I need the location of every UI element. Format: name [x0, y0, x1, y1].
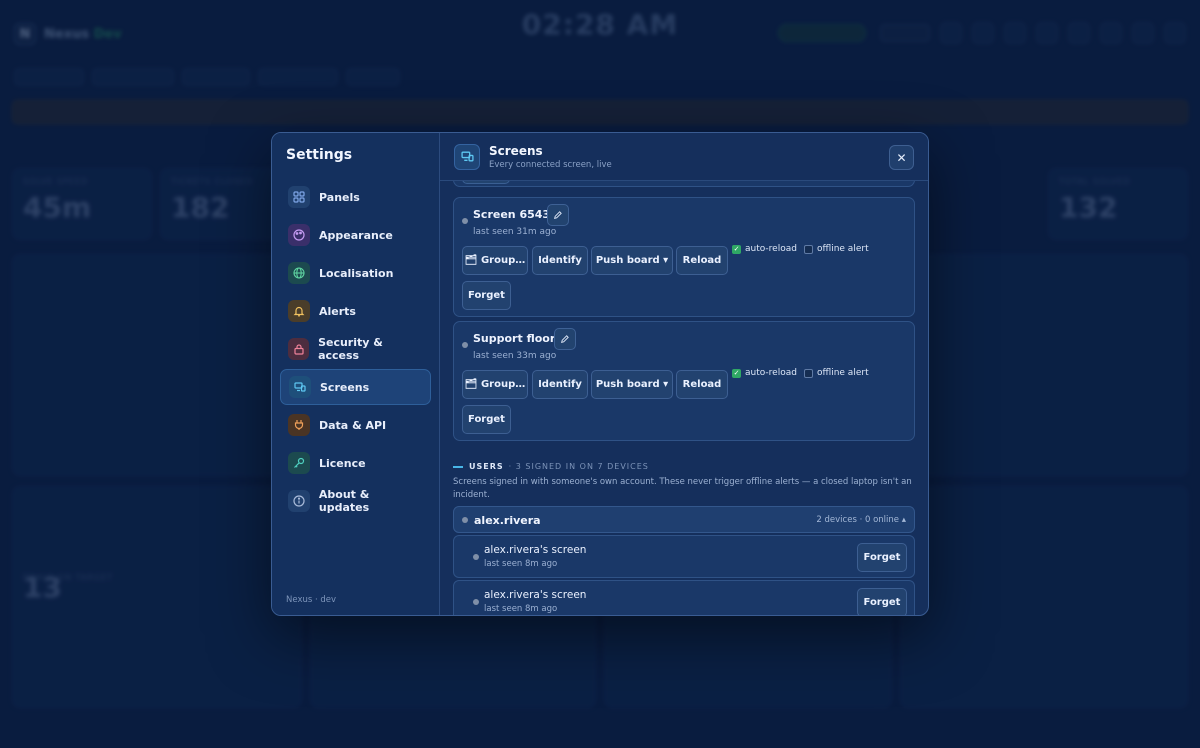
users-description: Screens signed in with someone's own acc…	[453, 477, 912, 500]
settings-footer: Nexus · dev	[286, 595, 337, 605]
identify-button[interactable]: Identify	[532, 246, 588, 275]
last-seen: last seen 8m ago	[484, 604, 558, 614]
forget-button[interactable]: Forget	[462, 405, 511, 434]
panel-scroll-area[interactable]: Screen 6543 last seen 31m ago 🗂 Group… I…	[440, 181, 928, 615]
settings-modal: Settings Panels Appearance Localisation …	[271, 132, 929, 616]
device-row: alex.rivera's screen last seen 8m ago Fo…	[453, 535, 915, 578]
settings-sidebar: Settings Panels Appearance Localisation …	[272, 133, 440, 615]
group-button[interactable]: 🗂 Group…	[462, 246, 528, 275]
last-seen: last seen 31m ago	[473, 227, 557, 237]
plug-icon	[288, 414, 310, 436]
checkbox-unchecked[interactable]	[804, 244, 813, 254]
nav-item-licence[interactable]: Licence	[280, 445, 431, 481]
screen-card-partial	[453, 181, 915, 187]
offline-alert-checkbox[interactable]: offline alert	[804, 244, 869, 254]
rename-button[interactable]	[547, 204, 569, 226]
nav-item-screens[interactable]: Screens	[280, 369, 431, 405]
nav-item-security[interactable]: Security & access	[280, 331, 431, 367]
push-board-button[interactable]: Push board ▾	[591, 370, 673, 399]
info-icon	[288, 490, 310, 512]
key-icon	[288, 452, 310, 474]
screen-card: Screen 6543 last seen 31m ago 🗂 Group… I…	[453, 197, 915, 317]
nav-label: Appearance	[319, 228, 393, 242]
status-dot	[462, 218, 468, 224]
identify-button[interactable]: Identify	[532, 370, 588, 399]
nav-label: Licence	[319, 456, 366, 470]
nav-label: Panels	[319, 190, 360, 204]
screens-panel: Screens Every connected screen, live ✕ S…	[440, 133, 928, 615]
reload-button[interactable]: Reload	[676, 246, 728, 275]
rename-button[interactable]	[554, 328, 576, 350]
nav-label: Alerts	[319, 304, 356, 318]
settings-title: Settings	[286, 147, 353, 163]
bell-icon	[288, 300, 310, 322]
panel-subtitle: Every connected screen, live	[489, 159, 612, 170]
auto-reload-checkbox[interactable]: ✓ auto-reload	[732, 368, 797, 378]
pencil-icon	[554, 211, 562, 219]
nav-item-data-api[interactable]: Data & API	[280, 407, 431, 443]
user-device-count[interactable]: 2 devices · 0 online ▴	[816, 515, 906, 525]
nav-label: Security & access	[318, 336, 383, 362]
status-dot	[462, 342, 468, 348]
auto-reload-checkbox[interactable]: ✓ auto-reload	[732, 244, 797, 254]
nav-label: Localisation	[319, 266, 394, 280]
panel-title: Screens	[489, 143, 543, 158]
checkbox-checked[interactable]: ✓	[732, 368, 741, 378]
group-button[interactable]: 🗂 Group…	[462, 370, 528, 399]
users-section-heading: USERS · 3 SIGNED IN ON 7 DEVICES	[453, 462, 649, 471]
palette-icon	[288, 224, 310, 246]
screens-icon	[454, 143, 480, 170]
section-accent	[453, 465, 463, 468]
panel-header: Screens Every connected screen, live ✕	[440, 133, 928, 181]
forget-button[interactable]: Forget	[857, 588, 907, 615]
nav-label: About & updates	[318, 488, 370, 514]
screen-card: Support floor last seen 33m ago 🗂 Group……	[453, 321, 915, 441]
screen-name: Support floor	[473, 332, 556, 345]
nav-item-about[interactable]: About & updates	[280, 483, 431, 519]
reload-button[interactable]: Reload	[676, 370, 728, 399]
globe-icon	[288, 262, 310, 284]
close-button[interactable]: ✕	[889, 145, 914, 170]
nav-item-alerts[interactable]: Alerts	[280, 293, 431, 329]
nav-item-appearance[interactable]: Appearance	[280, 217, 431, 253]
user-name: alex.rivera	[474, 514, 541, 527]
lock-icon	[288, 338, 310, 360]
forget-button[interactable]	[462, 181, 510, 184]
checkbox-unchecked[interactable]	[804, 368, 813, 378]
nav-label: Data & API	[319, 418, 387, 432]
nav-item-localisation[interactable]: Localisation	[280, 255, 431, 291]
screen-name: Screen 6543	[473, 208, 551, 221]
offline-alert-checkbox[interactable]: offline alert	[804, 368, 869, 378]
last-seen: last seen 33m ago	[473, 351, 557, 361]
user-row[interactable]: alex.rivera 2 devices · 0 online ▴	[453, 506, 915, 533]
pencil-icon	[561, 335, 569, 343]
status-dot	[473, 599, 479, 605]
status-dot	[462, 517, 468, 523]
device-row: alex.rivera's screen last seen 8m ago Fo…	[453, 580, 915, 615]
last-seen: last seen 8m ago	[484, 559, 558, 569]
screens-icon	[289, 376, 311, 398]
device-name: alex.rivera's screen	[484, 589, 587, 601]
grid-icon	[288, 186, 310, 208]
device-name: alex.rivera's screen	[484, 544, 587, 556]
nav-label: Screens	[320, 380, 370, 394]
status-dot	[473, 554, 479, 560]
push-board-button[interactable]: Push board ▾	[591, 246, 673, 275]
forget-button[interactable]: Forget	[462, 281, 511, 310]
checkbox-checked[interactable]: ✓	[732, 244, 741, 254]
forget-button[interactable]: Forget	[857, 543, 907, 572]
nav-item-panels[interactable]: Panels	[280, 179, 431, 215]
